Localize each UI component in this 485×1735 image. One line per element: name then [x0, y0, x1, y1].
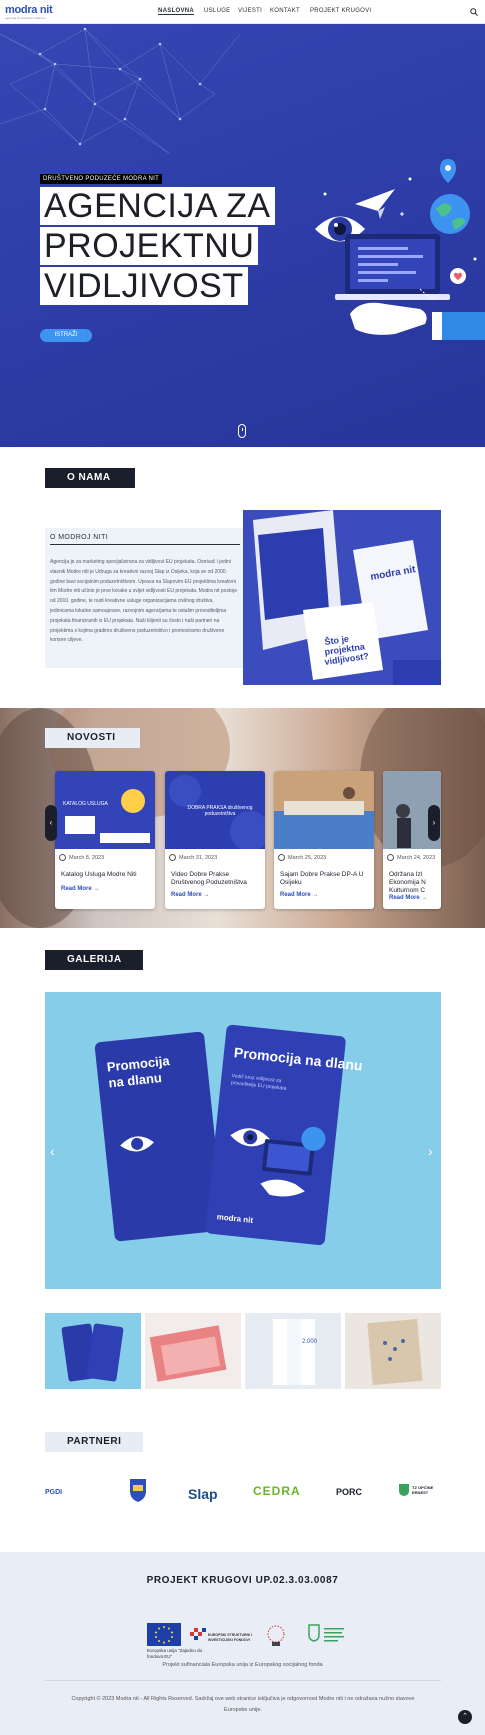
hero-title-line-2: PROJEKTNU: [40, 227, 259, 265]
news-card-image: DOBRA PRAKSA društvenog poduzetništva: [165, 771, 265, 851]
hero-illustration: [315, 159, 485, 340]
eu-caption: Europska unija "Zajedno do fondova EU": [147, 1648, 203, 1659]
partner-logo-slap[interactable]: Slap: [188, 1486, 218, 1502]
section-title-galerija: GALERIJA: [45, 950, 143, 970]
news-card-title[interactable]: Održana Izl Ekonomija N Kulturnom C: [389, 871, 441, 895]
clock-icon: [169, 854, 176, 861]
gallery-thumbnail[interactable]: [45, 1313, 141, 1389]
hero-title-line-1: AGENCIJA ZA: [40, 187, 275, 225]
partner-logo-pgdi[interactable]: PGDI: [45, 1489, 62, 1496]
news-card[interactable]: March 25, 2023 Sajam Dobre Prakse DP-A U…: [274, 771, 374, 909]
hero-section: DRUŠTVENO PODUZEĆE MODRA NIT AGENCIJA ZA…: [0, 24, 485, 447]
read-more-link[interactable]: Read More →: [280, 892, 318, 898]
divider: [50, 544, 240, 545]
network-decoration: [0, 27, 241, 155]
nav-kontakt[interactable]: KONTAKT: [270, 8, 300, 14]
about-card-text: Agencija je za marketing specijalizirana…: [50, 559, 238, 644]
read-more-link[interactable]: Read More →: [61, 886, 99, 892]
news-card-title[interactable]: Sajam Dobre Prakse DP-A U Osijeku: [280, 871, 372, 887]
svg-text:2.000: 2.000: [302, 1339, 318, 1345]
gallery-prev-button[interactable]: ‹: [50, 1143, 55, 1159]
section-title-onama: O NAMA: [45, 468, 135, 488]
clock-icon: [59, 854, 66, 861]
esif-label: EUROPSKI STRUKTURNI I INVESTICIJSKI FOND…: [208, 1633, 252, 1642]
clock-icon: [387, 854, 394, 861]
tz-shield-icon: [399, 1484, 409, 1496]
ministry-logo-icon: [267, 1625, 285, 1646]
funding-note: Projekt sufinanciala Europska unija iz E…: [162, 1662, 323, 1668]
footer-divider: [45, 1680, 441, 1681]
hero-title-line-3: VIDLJIVOST: [40, 267, 248, 305]
site-header: modra nit agencija za projektnu vidljivo…: [0, 0, 485, 24]
office-logo-lines: [324, 1626, 348, 1646]
news-card-title[interactable]: Katalog Usluga Modre Niti: [61, 871, 153, 879]
news-card-image: KATALOG USLUGA: [55, 771, 155, 849]
news-card[interactable]: KATALOG USLUGA March 8, 2023 Katalog Usl…: [55, 771, 155, 909]
partner-logo-porc[interactable]: PORC: [336, 1487, 362, 1497]
news-next-button[interactable]: ›: [428, 805, 440, 841]
section-title-novosti: NOVOSTI: [45, 728, 140, 748]
news-card-title[interactable]: Video Dobre Prakse Društvenog Poduzetniš…: [171, 871, 263, 887]
esif-logo-icon: [190, 1628, 206, 1640]
news-card[interactable]: DOBRA PRAKSA društvenog poduzetništva Ma…: [165, 771, 265, 909]
coat-of-arms-icon[interactable]: [128, 1477, 148, 1503]
news-card-image: [274, 771, 374, 849]
gallery-thumbnail[interactable]: 2.000: [245, 1313, 341, 1389]
scroll-down-icon[interactable]: [238, 424, 246, 438]
about-image: Što je projektna vidljivost? modra nit: [243, 510, 441, 685]
clock-icon: [278, 854, 285, 861]
read-more-link[interactable]: Read More →: [389, 895, 427, 901]
footer-project-title: PROJEKT KRUGOVI UP.02.3.03.0087: [146, 1575, 339, 1586]
istrazi-button[interactable]: ISTRAŽI: [40, 329, 92, 342]
news-prev-button[interactable]: ‹: [45, 805, 57, 841]
gallery-next-button[interactable]: ›: [428, 1143, 433, 1159]
search-icon[interactable]: [470, 8, 478, 16]
news-card-date: March 31, 2023: [179, 855, 218, 861]
copyright-text: Copyright © 2023 Modra nit - All Rights …: [71, 1696, 415, 1713]
gallery-thumbnail[interactable]: [345, 1313, 441, 1389]
news-card-date: March 8, 2023: [69, 855, 105, 861]
partner-logo-tz[interactable]: TZ OPĆINE ERNEST: [412, 1485, 440, 1495]
office-logo-icon: [308, 1624, 320, 1642]
news-card-date: March 24, 2023: [397, 855, 436, 861]
hero-kicker: DRUŠTVENO PODUZEĆE MODRA NIT: [40, 174, 163, 184]
about-card: O MODROJ NITI Agencija je za marketing s…: [45, 528, 245, 668]
gallery-thumbnail[interactable]: [145, 1313, 241, 1389]
gallery-main-image: Promocija na dlanu Promocija na dlanu Vo…: [45, 992, 441, 1289]
section-title-partneri: PARTNERI: [45, 1432, 143, 1452]
about-card-title: O MODROJ NITI: [50, 534, 109, 541]
read-more-link[interactable]: Read More →: [171, 892, 209, 898]
nav-vijesti[interactable]: VIJESTI: [238, 8, 262, 14]
back-to-top-button[interactable]: ⌃: [458, 1710, 472, 1724]
logo[interactable]: modra nit: [5, 4, 53, 16]
eu-flag-icon: [147, 1623, 181, 1646]
news-card-date: March 25, 2023: [288, 855, 327, 861]
logo-tagline: agencija za projektnu vidljivost: [5, 16, 46, 20]
nav-projekt-krugovi[interactable]: PROJEKT KRUGOVI: [310, 8, 371, 14]
partner-logo-cedra[interactable]: CEDRA: [253, 1484, 301, 1498]
nav-usluge[interactable]: USLUGE: [204, 8, 230, 14]
nav-naslovna[interactable]: NASLOVNA: [158, 8, 195, 15]
